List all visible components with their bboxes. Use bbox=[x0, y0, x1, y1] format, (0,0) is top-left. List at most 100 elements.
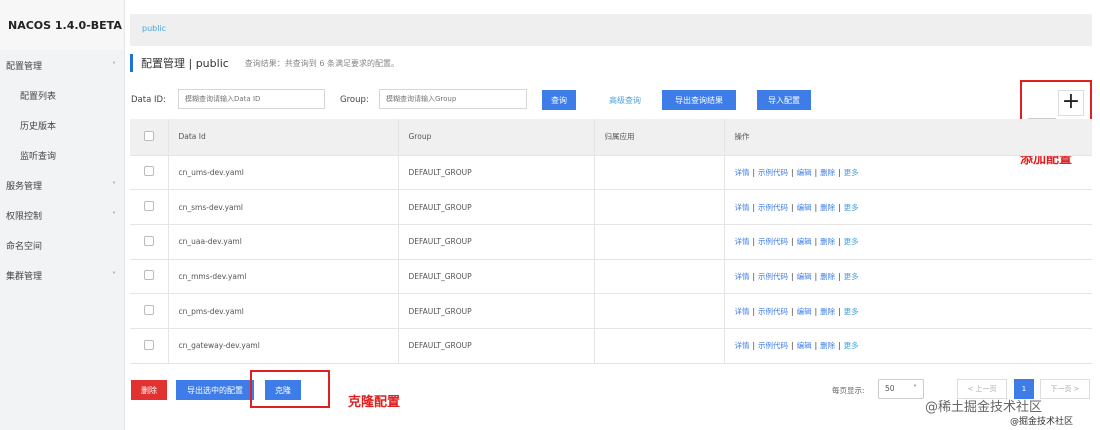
op-link[interactable]: 编辑 bbox=[797, 307, 812, 316]
op-link[interactable]: 更多 bbox=[844, 341, 859, 350]
table-header-row: Data Id Group 归属应用 操作 bbox=[130, 119, 1092, 156]
sidebar-item-label: 历史版本 bbox=[20, 121, 57, 132]
op-link[interactable]: 删除 bbox=[820, 307, 835, 316]
op-link[interactable]: 示例代码 bbox=[758, 203, 788, 212]
ops-separator: | bbox=[752, 202, 756, 212]
import-config-button[interactable]: 导入配置 bbox=[757, 90, 811, 110]
row-checkbox[interactable] bbox=[144, 235, 154, 246]
op-link[interactable]: 编辑 bbox=[797, 237, 812, 246]
add-config-button[interactable]: + bbox=[1058, 90, 1084, 116]
op-link[interactable]: 删除 bbox=[820, 341, 835, 350]
chevron-down-icon: ˅ bbox=[112, 180, 116, 190]
row-checkbox[interactable] bbox=[144, 166, 154, 177]
row-checkbox[interactable] bbox=[144, 305, 154, 316]
sidebar-item-config-list[interactable]: 配置列表 bbox=[0, 80, 124, 110]
row-select-cell bbox=[130, 293, 168, 329]
table-body: cn_ums-dev.yaml DEFAULT_GROUP 详情 | 示例代码 | 编辑 | 删… bbox=[130, 155, 1092, 364]
chevron-up-icon: ˄ bbox=[112, 60, 116, 70]
op-link[interactable]: 详情 bbox=[735, 272, 750, 281]
op-link[interactable]: 删除 bbox=[820, 237, 835, 246]
op-link[interactable]: 详情 bbox=[735, 307, 750, 316]
ops-separator: | bbox=[752, 237, 756, 247]
op-link[interactable]: 示例代码 bbox=[758, 307, 788, 316]
op-link[interactable]: 详情 bbox=[735, 237, 750, 246]
group-input[interactable] bbox=[379, 89, 527, 109]
app-root: NACOS 1.4.0-BETA 配置管理 ˄ 配置列表 历史版本 监听查询 服务… bbox=[0, 0, 1100, 430]
page-size-value: 50 bbox=[885, 384, 895, 393]
sidebar-item-label: 权限控制 bbox=[6, 211, 43, 222]
sidebar-item-service-management[interactable]: 服务管理 ˅ bbox=[0, 170, 124, 200]
dataid-input[interactable] bbox=[178, 89, 325, 109]
delete-button[interactable]: 删除 bbox=[131, 380, 167, 400]
ops-separator: | bbox=[838, 271, 841, 281]
op-link[interactable]: 示例代码 bbox=[758, 341, 788, 350]
op-link[interactable]: 编辑 bbox=[797, 272, 812, 281]
op-link[interactable]: 删除 bbox=[820, 272, 835, 281]
sidebar-item-listener-query[interactable]: 监听查询 bbox=[0, 140, 124, 170]
op-link[interactable]: 示例代码 bbox=[758, 168, 788, 177]
sidebar-item-cluster[interactable]: 集群管理 ˅ bbox=[0, 260, 124, 290]
cell-ops: 详情 | 示例代码 | 编辑 | 删除 | 更多 bbox=[723, 189, 1092, 225]
sidebar-item-config-management[interactable]: 配置管理 ˄ bbox=[0, 50, 124, 80]
op-link[interactable]: 更多 bbox=[844, 237, 859, 246]
op-link[interactable]: 编辑 bbox=[797, 203, 812, 212]
next-page-button[interactable]: 下一页 > bbox=[1040, 379, 1090, 399]
op-link[interactable]: 更多 bbox=[844, 272, 859, 281]
query-button[interactable]: 查询 bbox=[542, 90, 576, 110]
export-query-button[interactable]: 导出查询结果 bbox=[662, 90, 736, 110]
cell-ops: 详情 | 示例代码 | 编辑 | 删除 | 更多 bbox=[723, 328, 1092, 364]
cell-app bbox=[593, 189, 724, 225]
row-select-cell bbox=[130, 259, 168, 295]
sidebar-item-label: 命名空间 bbox=[6, 241, 43, 252]
op-link[interactable]: 编辑 bbox=[797, 168, 812, 177]
ops-separator: | bbox=[838, 306, 841, 316]
select-all-checkbox[interactable] bbox=[144, 130, 154, 141]
row-checkbox[interactable] bbox=[144, 201, 154, 212]
sidebar-item-label: 服务管理 bbox=[6, 181, 43, 192]
table-row: cn_mms-dev.yaml DEFAULT_GROUP 详情 | 示例代码 | 编辑 | 删… bbox=[130, 259, 1092, 295]
cell-group: DEFAULT_GROUP bbox=[397, 155, 594, 191]
op-link[interactable]: 示例代码 bbox=[758, 272, 788, 281]
export-selected-button[interactable]: 导出选中的配置 bbox=[176, 380, 254, 400]
table-row: cn_pms-dev.yaml DEFAULT_GROUP 详情 | 示例代码 | 编辑 | 删… bbox=[130, 293, 1092, 329]
ops-separator: | bbox=[814, 341, 818, 351]
col-group: Group bbox=[397, 119, 594, 156]
namespace-link[interactable]: public bbox=[142, 24, 166, 33]
ops-separator: | bbox=[752, 167, 756, 177]
op-link[interactable]: 删除 bbox=[820, 203, 835, 212]
row-select-cell bbox=[130, 189, 168, 225]
op-link[interactable]: 删除 bbox=[820, 168, 835, 177]
sidebar-item-permission[interactable]: 权限控制 ˅ bbox=[0, 200, 124, 230]
sidebar-item-label: 集群管理 bbox=[6, 271, 43, 282]
watermark-secondary: @掘金技术社区 bbox=[1010, 414, 1074, 427]
clone-button[interactable]: 克隆 bbox=[265, 380, 301, 400]
cell-app bbox=[593, 224, 724, 260]
row-checkbox[interactable] bbox=[144, 339, 154, 350]
cell-group: DEFAULT_GROUP bbox=[397, 259, 594, 295]
op-link[interactable]: 详情 bbox=[735, 203, 750, 212]
brand-logo: NACOS 1.4.0-BETA bbox=[0, 0, 124, 50]
op-link[interactable]: 详情 bbox=[735, 168, 750, 177]
page-size-select[interactable]: 50 ˅ bbox=[878, 379, 924, 399]
namespace-breadcrumb: public bbox=[130, 14, 1092, 46]
ops-separator: | bbox=[814, 202, 818, 212]
op-link[interactable]: 更多 bbox=[844, 168, 859, 177]
chevron-down-icon: ˅ bbox=[112, 210, 116, 220]
sidebar-item-history[interactable]: 历史版本 bbox=[0, 110, 124, 140]
ops-separator: | bbox=[838, 202, 841, 212]
cell-group: DEFAULT_GROUP bbox=[397, 189, 594, 225]
cell-ops: 详情 | 示例代码 | 编辑 | 删除 | 更多 bbox=[723, 293, 1092, 329]
op-link[interactable]: 更多 bbox=[844, 307, 859, 316]
cell-app bbox=[593, 293, 724, 329]
ops-separator: | bbox=[752, 306, 756, 316]
sidebar-item-namespace[interactable]: 命名空间 bbox=[0, 230, 124, 260]
ops-separator: | bbox=[752, 271, 756, 281]
op-link[interactable]: 详情 bbox=[735, 341, 750, 350]
advanced-query-link[interactable]: 高级查询 bbox=[609, 95, 641, 106]
row-checkbox[interactable] bbox=[144, 270, 154, 281]
op-link[interactable]: 更多 bbox=[844, 203, 859, 212]
cell-data-id: cn_mms-dev.yaml bbox=[167, 259, 398, 295]
op-link[interactable]: 示例代码 bbox=[758, 237, 788, 246]
op-link[interactable]: 编辑 bbox=[797, 341, 812, 350]
watermark: @稀土掘金技术社区 bbox=[925, 400, 1043, 415]
